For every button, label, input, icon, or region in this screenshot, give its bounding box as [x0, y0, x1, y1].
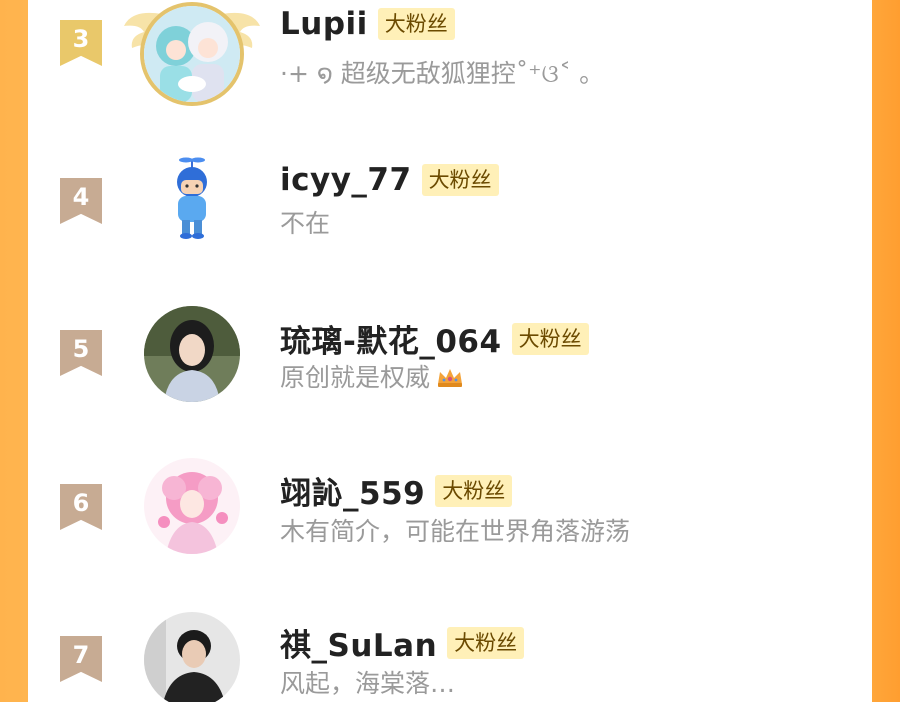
avatar[interactable] [144, 306, 240, 402]
username[interactable]: 祺_SuLan [280, 620, 437, 665]
username[interactable]: icyy_77 [280, 162, 412, 198]
rank-number: 4 [72, 183, 90, 211]
name-line: 琉璃-默花_064 大粉丝 [280, 316, 589, 361]
fan-row-4[interactable]: 4 icyy_77 大粉丝 不在 [28, 146, 872, 256]
rank-badge: 5 [60, 330, 102, 376]
fan-level-badge: 大粉丝 [377, 8, 455, 40]
username[interactable]: 翊訫_559 [280, 468, 425, 513]
username[interactable]: 琉璃-默花_064 [280, 316, 502, 361]
rank-badge: 3 [60, 20, 102, 66]
fan-row-5[interactable]: 5 琉璃-默花_064 大粉丝 原创就是权威 [28, 300, 872, 410]
rank-number: 5 [72, 335, 90, 363]
girl-photo-avatar-icon [144, 306, 240, 402]
fan-level-badge: 大粉丝 [435, 474, 513, 507]
propeller-boy-avatar-icon [144, 154, 240, 250]
rank-number: 3 [72, 25, 90, 53]
avatar[interactable] [144, 154, 240, 250]
user-bio: 原创就是权威 [280, 358, 464, 394]
rank-badge: 7 [60, 636, 102, 682]
user-bio-text: 原创就是权威 [280, 363, 431, 392]
fan-level-badge: 大粉丝 [421, 164, 499, 196]
user-bio: 风起，海棠落… [280, 669, 456, 698]
user-bio: 木有简介，可能在世界角落游荡 [280, 517, 631, 546]
name-line: 祺_SuLan 大粉丝 [280, 620, 525, 665]
fan-level-badge: 大粉丝 [511, 322, 589, 355]
pink-anime-avatar-icon [144, 458, 240, 554]
fan-row-6[interactable]: 6 翊訫_559 大粉丝 木有简介，可能在世界角落游荡 [28, 454, 872, 564]
rank-number: 6 [72, 489, 90, 517]
boy-photo-avatar-icon [144, 612, 240, 702]
fan-row-3[interactable]: 3 Lupii 大粉丝 ·+ ໑ 超级无敌狐狸控˚⁺ଓ˂ 。 [28, 0, 872, 106]
avatar-illustration-icon [144, 6, 240, 102]
name-line: 翊訫_559 大粉丝 [280, 468, 513, 513]
name-line: icyy_77 大粉丝 [280, 162, 499, 198]
username[interactable]: Lupii [280, 6, 368, 42]
rank-number: 7 [72, 641, 90, 669]
name-line: Lupii 大粉丝 [280, 6, 455, 42]
avatar[interactable] [140, 2, 244, 106]
avatar[interactable] [144, 612, 240, 702]
user-bio: ·+ ໑ 超级无敌狐狸控˚⁺ଓ˂ 。 [280, 59, 605, 88]
fan-level-badge: 大粉丝 [447, 626, 525, 659]
fan-row-7[interactable]: 7 祺_SuLan 大粉丝 风起，海棠落… [28, 606, 872, 702]
crown-icon [438, 369, 463, 387]
fan-ranking-panel: 3 Lupii 大粉丝 ·+ ໑ 超级无敌狐狸控˚⁺ଓ˂ 。 4 icyy_77… [28, 0, 872, 702]
avatar[interactable] [144, 458, 240, 554]
rank-badge: 4 [60, 178, 102, 224]
rank-badge: 6 [60, 484, 102, 530]
user-bio: 不在 [280, 209, 331, 238]
